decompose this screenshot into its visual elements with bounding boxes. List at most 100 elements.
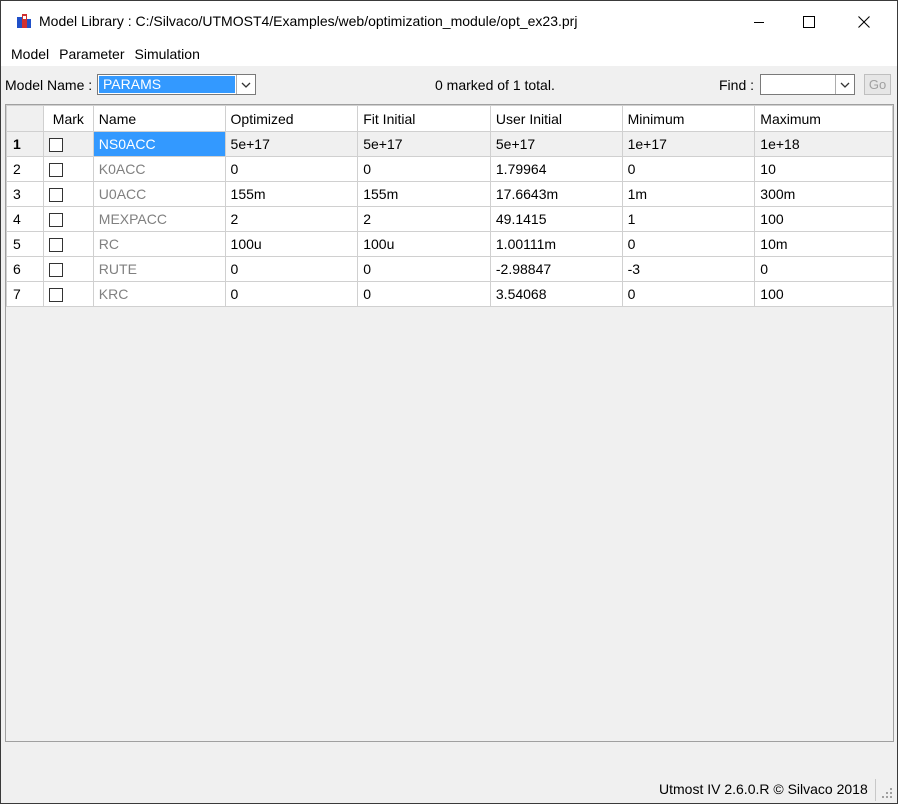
menu-model[interactable]: Model: [6, 42, 54, 66]
mark-checkbox[interactable]: [48, 163, 63, 178]
name-cell[interactable]: MEXPACC: [92, 206, 226, 232]
user-initial-cell[interactable]: 1.79964: [489, 156, 623, 182]
table-row[interactable]: 1 NS0ACC 5e+17 5e+17 5e+17 1e+17 1e+18: [6, 131, 893, 157]
maximum-cell[interactable]: 100: [754, 281, 893, 307]
column-header-maximum[interactable]: Maximum: [754, 105, 893, 132]
table-row[interactable]: 6 RUTE 0 0 -2.98847 -3 0: [6, 256, 893, 282]
name-cell[interactable]: NS0ACC: [92, 131, 226, 157]
minimum-cell[interactable]: -3: [621, 256, 756, 282]
maximum-cell[interactable]: 100: [754, 206, 893, 232]
menu-simulation[interactable]: Simulation: [130, 42, 205, 66]
dropdown-arrow[interactable]: [236, 75, 255, 94]
model-name-dropdown[interactable]: PARAMS: [97, 74, 256, 95]
user-initial-cell[interactable]: 1.00111m: [489, 231, 623, 257]
model-name-value: PARAMS: [99, 76, 235, 93]
maximum-cell[interactable]: 0: [754, 256, 893, 282]
name-cell[interactable]: RUTE: [92, 256, 226, 282]
find-dropdown[interactable]: [760, 74, 855, 95]
row-number[interactable]: 6: [6, 256, 44, 282]
fit-initial-cell[interactable]: 0: [357, 256, 491, 282]
maximize-button[interactable]: [786, 1, 832, 42]
name-cell[interactable]: RC: [92, 231, 226, 257]
table-row[interactable]: 3 U0ACC 155m 155m 17.6643m 1m 300m: [6, 181, 893, 207]
table-row[interactable]: 2 K0ACC 0 0 1.79964 0 10: [6, 156, 893, 182]
column-header-user-initial[interactable]: User Initial: [489, 105, 623, 132]
column-header-fit-initial[interactable]: Fit Initial: [357, 105, 491, 132]
optimized-cell[interactable]: 0: [224, 256, 359, 282]
minimum-cell[interactable]: 0: [621, 156, 756, 182]
title-bar[interactable]: Model Library : C:/Silvaco/UTMOST4/Examp…: [1, 1, 897, 42]
mark-checkbox[interactable]: [48, 138, 63, 153]
user-initial-cell[interactable]: 3.54068: [489, 281, 623, 307]
mark-checkbox[interactable]: [48, 213, 63, 228]
row-number[interactable]: 7: [6, 281, 44, 307]
optimized-cell[interactable]: 100u: [224, 231, 359, 257]
minimize-icon: [754, 21, 764, 23]
optimized-cell[interactable]: 5e+17: [224, 131, 359, 157]
fit-initial-cell[interactable]: 0: [357, 156, 491, 182]
status-bar: Utmost IV 2.6.0.R © Silvaco 2018: [1, 777, 897, 803]
maximum-cell[interactable]: 1e+18: [754, 131, 893, 157]
user-initial-cell[interactable]: 49.1415: [489, 206, 623, 232]
grid-body: 1 NS0ACC 5e+17 5e+17 5e+17 1e+17 1e+18 2 K0ACC 0 0…: [6, 131, 893, 307]
maximum-cell[interactable]: 10m: [754, 231, 893, 257]
name-cell[interactable]: KRC: [92, 281, 226, 307]
row-number[interactable]: 5: [6, 231, 44, 257]
optimized-cell[interactable]: 0: [224, 156, 359, 182]
row-number[interactable]: 4: [6, 206, 44, 232]
go-button[interactable]: Go: [864, 74, 891, 95]
fit-initial-cell[interactable]: 0: [357, 281, 491, 307]
table-row[interactable]: 5 RC 100u 100u 1.00111m 0 10m: [6, 231, 893, 257]
fit-initial-cell[interactable]: 2: [357, 206, 491, 232]
menu-bar: Model Parameter Simulation: [1, 42, 897, 66]
model-library-window: Model Library : C:/Silvaco/UTMOST4/Examp…: [0, 0, 898, 804]
parameter-table: Mark Name Optimized Fit Initial User Ini…: [6, 105, 893, 307]
fit-initial-cell[interactable]: 155m: [357, 181, 491, 207]
corner-header[interactable]: [6, 105, 44, 132]
table-row[interactable]: 7 KRC 0 0 3.54068 0 100: [6, 281, 893, 307]
maximum-cell[interactable]: 10: [754, 156, 893, 182]
resize-grip-icon[interactable]: [881, 787, 893, 799]
maximum-cell[interactable]: 300m: [754, 181, 893, 207]
column-header-minimum[interactable]: Minimum: [621, 105, 756, 132]
column-header-name[interactable]: Name: [92, 105, 226, 132]
chevron-down-icon: [840, 82, 850, 88]
user-initial-cell[interactable]: 5e+17: [489, 131, 623, 157]
close-icon: [858, 15, 870, 28]
fit-initial-cell[interactable]: 5e+17: [357, 131, 491, 157]
copyright-text: Utmost IV 2.6.0.R © Silvaco 2018: [659, 781, 868, 797]
minimize-button[interactable]: [736, 1, 782, 42]
minimum-cell[interactable]: 0: [621, 231, 756, 257]
row-number[interactable]: 2: [6, 156, 44, 182]
find-dropdown-arrow[interactable]: [835, 75, 854, 94]
fit-initial-cell[interactable]: 100u: [357, 231, 491, 257]
minimum-cell[interactable]: 1e+17: [621, 131, 756, 157]
parameter-grid[interactable]: Mark Name Optimized Fit Initial User Ini…: [5, 104, 894, 742]
mark-checkbox[interactable]: [48, 288, 63, 303]
minimum-cell[interactable]: 1: [621, 206, 756, 232]
row-number[interactable]: 3: [6, 181, 44, 207]
column-header-optimized[interactable]: Optimized: [224, 105, 359, 132]
menu-parameter[interactable]: Parameter: [54, 42, 129, 66]
row-number[interactable]: 1: [6, 131, 44, 157]
name-cell[interactable]: U0ACC: [92, 181, 226, 207]
user-initial-cell[interactable]: 17.6643m: [489, 181, 623, 207]
mark-checkbox[interactable]: [48, 188, 63, 203]
marked-count-status: 0 marked of 1 total.: [435, 77, 555, 93]
optimized-cell[interactable]: 2: [224, 206, 359, 232]
name-cell[interactable]: K0ACC: [92, 156, 226, 182]
table-row[interactable]: 4 MEXPACC 2 2 49.1415 1 100: [6, 206, 893, 232]
mark-checkbox[interactable]: [48, 238, 63, 253]
mark-cell: [42, 281, 94, 307]
close-button[interactable]: [841, 1, 887, 42]
column-header-mark[interactable]: Mark: [42, 105, 94, 132]
header-row: Mark Name Optimized Fit Initial User Ini…: [6, 105, 893, 132]
optimized-cell[interactable]: 0: [224, 281, 359, 307]
optimized-cell[interactable]: 155m: [224, 181, 359, 207]
maximize-icon: [803, 15, 815, 28]
minimum-cell[interactable]: 1m: [621, 181, 756, 207]
minimum-cell[interactable]: 0: [621, 281, 756, 307]
status-separator: [875, 779, 876, 801]
mark-checkbox[interactable]: [48, 263, 63, 278]
user-initial-cell[interactable]: -2.98847: [489, 256, 623, 282]
